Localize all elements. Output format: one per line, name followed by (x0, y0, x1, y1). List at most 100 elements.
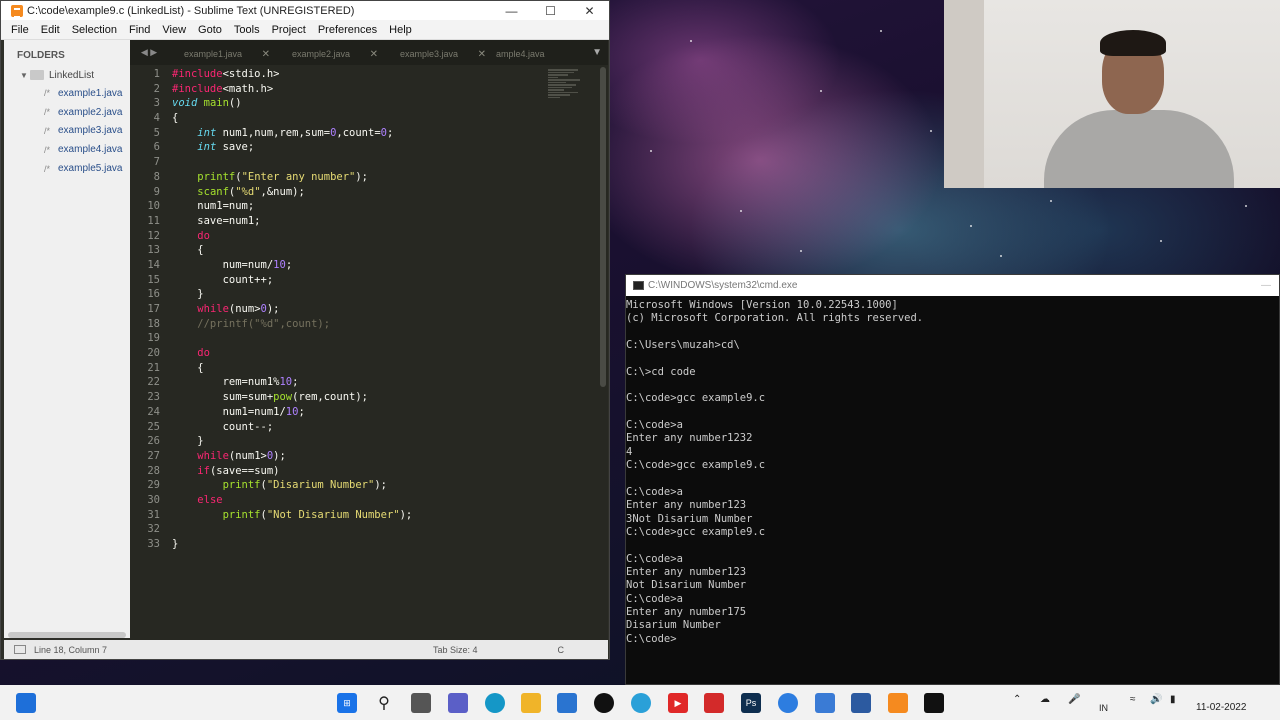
volume-icon[interactable]: 🔊 (1150, 694, 1162, 705)
menu-preferences[interactable]: Preferences (312, 24, 383, 36)
sublime-titlebar[interactable]: C:\code\example9.c (LinkedList) - Sublim… (1, 1, 609, 20)
menu-view[interactable]: View (156, 24, 192, 36)
taskbar-date[interactable]: 11-02-2022 (1196, 702, 1246, 713)
store-icon[interactable] (557, 693, 577, 713)
cmd-taskbar-icon[interactable] (924, 693, 944, 713)
battery-icon[interactable]: ▮ (1170, 694, 1176, 705)
minimize-button[interactable]: — (492, 1, 531, 20)
editor-scrollbar[interactable] (600, 67, 606, 387)
photoshop-icon[interactable]: Ps (741, 693, 761, 713)
youtube-icon[interactable]: ▶ (668, 693, 688, 713)
sublime-taskbar-icon[interactable] (888, 693, 908, 713)
cmd-titlebar[interactable]: C:\WINDOWS\system32\cmd.exe — (626, 275, 1279, 296)
folder-linkedlist[interactable]: ▼ LinkedList (4, 66, 130, 84)
menu-edit[interactable]: Edit (35, 24, 66, 36)
sidebar-file[interactable]: /* example4.java (4, 140, 130, 159)
menu-help[interactable]: Help (383, 24, 418, 36)
app-icon[interactable] (815, 693, 835, 713)
tab-size[interactable]: Tab Size: 4 (433, 645, 478, 655)
code-line[interactable]: count--; (172, 420, 412, 435)
code-line[interactable]: num=num/10; (172, 258, 412, 273)
menu-find[interactable]: Find (123, 24, 156, 36)
sidebar-file[interactable]: /* example2.java (4, 103, 130, 122)
code-line[interactable]: } (172, 537, 412, 552)
teams-chat-icon[interactable] (448, 693, 468, 713)
menu-selection[interactable]: Selection (66, 24, 123, 36)
close-button[interactable]: ✕ (570, 1, 609, 20)
onedrive-icon[interactable]: ☁ (1040, 694, 1050, 705)
maximize-button[interactable]: ☐ (531, 1, 570, 20)
file-explorer-icon[interactable] (521, 693, 541, 713)
code-line[interactable]: count++; (172, 273, 412, 288)
code-line[interactable] (172, 331, 412, 346)
app-icon[interactable] (851, 693, 871, 713)
code-line[interactable]: printf("Not Disarium Number"); (172, 508, 413, 523)
tab-example2[interactable]: example2.java ✕ (276, 43, 384, 65)
code-line[interactable]: else (172, 493, 412, 508)
menu-file[interactable]: File (5, 24, 35, 36)
code-editor[interactable]: 1 2 3 4 5 6 7 8 9 10 11 12 13 14 15 16 17 18 19 20 21 22 23 24 2… (130, 65, 608, 640)
code-line[interactable]: int num1,num,rem,sum=0,count=0; (172, 126, 412, 141)
chevron-up-icon[interactable]: ⌃ (1013, 694, 1021, 705)
code-line[interactable]: sum=sum+pow(rem,count); (172, 390, 412, 405)
code-line[interactable] (172, 155, 412, 170)
tab-dropdown-icon[interactable]: ▼ (592, 40, 602, 65)
code-line[interactable]: int save; (172, 140, 412, 155)
code-line[interactable]: #include<math.h> (172, 82, 412, 97)
sidebar-file[interactable]: /* example5.java (4, 159, 130, 178)
code-line[interactable] (172, 522, 412, 537)
close-icon[interactable]: — (1261, 280, 1271, 291)
menu-tools[interactable]: Tools (228, 24, 266, 36)
windows-start-icon[interactable]: ⊞ (337, 693, 357, 713)
sidebar-file[interactable]: /* example1.java (4, 84, 130, 103)
code-line[interactable]: do (172, 346, 412, 361)
minimap[interactable] (548, 69, 584, 119)
language-indicator[interactable]: IN (1099, 703, 1108, 713)
github-icon[interactable] (594, 693, 614, 713)
tab-nav-arrows-icon[interactable]: ◀ ▶ (130, 40, 168, 65)
tab-example1[interactable]: example1.java ✕ (168, 43, 276, 65)
code-line[interactable]: { (172, 243, 412, 258)
close-icon[interactable]: ✕ (262, 49, 270, 60)
panel-toggle-icon[interactable] (14, 645, 26, 654)
wifi-icon[interactable]: ≈ (1130, 694, 1136, 705)
code-line[interactable]: printf("Disarium Number"); (172, 478, 412, 493)
code-line[interactable]: void main() (172, 96, 412, 111)
acrobat-icon[interactable] (704, 693, 724, 713)
widgets-icon[interactable] (16, 693, 36, 713)
code-line[interactable]: while(num>0); (172, 302, 412, 317)
menu-project[interactable]: Project (266, 24, 312, 36)
code-line[interactable]: while(num1>0); (172, 449, 412, 464)
menu-goto[interactable]: Goto (192, 24, 228, 36)
tab-example4[interactable]: ample4.java (492, 43, 552, 65)
tab-example3[interactable]: example3.java ✕ (384, 43, 492, 65)
code-line[interactable]: save=num1; (172, 214, 412, 229)
code-line[interactable]: } (172, 287, 412, 302)
browser-icon[interactable] (778, 693, 798, 713)
cmd-output[interactable]: Microsoft Windows [Version 10.0.22543.10… (626, 296, 1279, 646)
code-line[interactable]: #include<stdio.h> (172, 67, 412, 82)
edge-icon[interactable] (485, 693, 505, 713)
code-line[interactable]: { (172, 361, 412, 376)
code-line[interactable]: num1=num; (172, 199, 412, 214)
close-icon[interactable]: ✕ (370, 49, 378, 60)
code-line[interactable]: printf("Enter any number"); (172, 170, 412, 185)
chrome-icon[interactable] (631, 693, 651, 713)
syntax-mode[interactable]: C (558, 645, 565, 655)
code-area[interactable]: #include<stdio.h> #include<math.h> void ma… (172, 67, 412, 552)
line-number: 28 (147, 464, 160, 477)
sidebar-file[interactable]: /* example3.java (4, 122, 130, 141)
code-line[interactable]: { (172, 111, 412, 126)
search-icon[interactable]: ⚲ (374, 693, 394, 713)
code-line[interactable]: //printf("%d",count); (172, 317, 412, 332)
code-line[interactable]: if(save==sum) (172, 464, 412, 479)
task-view-icon[interactable] (411, 693, 431, 713)
close-icon[interactable]: ✕ (478, 49, 486, 60)
sidebar-scrollbar[interactable] (8, 632, 126, 638)
code-line[interactable]: } (172, 434, 412, 449)
code-line[interactable]: rem=num1%10; (172, 375, 412, 390)
code-line[interactable]: do (172, 229, 412, 244)
microphone-icon[interactable]: 🎤 (1068, 694, 1080, 705)
code-line[interactable]: scanf("%d",&num); (172, 185, 412, 200)
code-line[interactable]: num1=num1/10; (172, 405, 412, 420)
